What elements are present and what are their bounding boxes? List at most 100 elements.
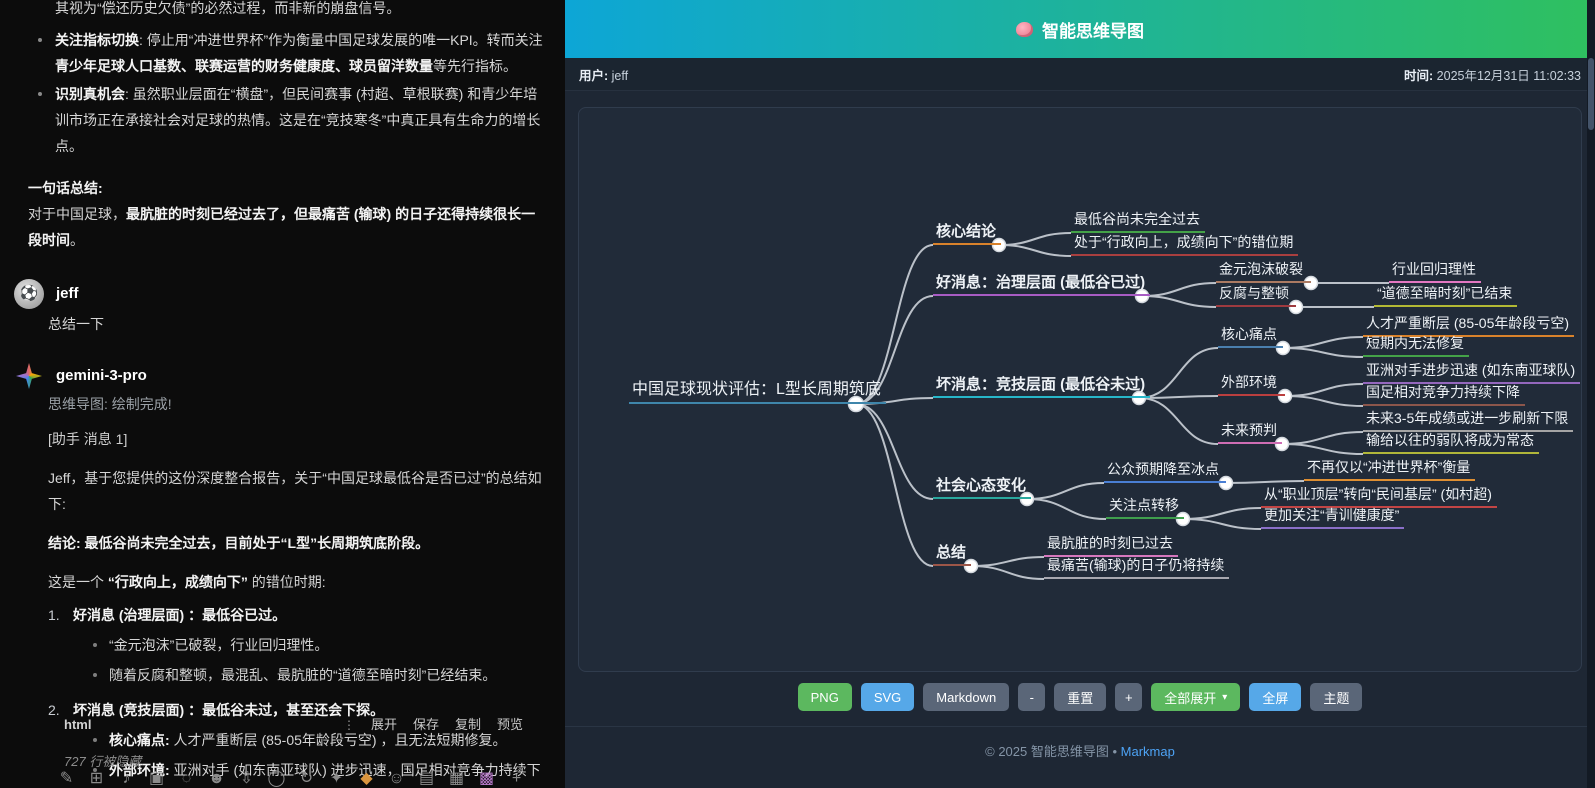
composer-toolbar: ✎ ⊞ ♪ ▣ ◌ ☻ ⇩ ◯ ↻ ✦ ◆ ☺ ▤ ▦ ▩ +	[56, 766, 527, 788]
expand-button[interactable]: 展开	[371, 712, 397, 738]
fullscreen-button[interactable]: 全屏	[1249, 683, 1301, 711]
summary-text: 对于中国足球，最肮脏的时刻已经过去了，但最痛苦 (输球) 的日子还得持续很长一段…	[28, 201, 545, 253]
app-root: 其视为“偿还历史欠债”的必然过程，而非新的崩盘信号。 关注指标切换: 停止用“冲…	[0, 0, 1595, 788]
mindmap-canvas[interactable]: 中国足球现状评估：L型长周期筑底 核心结论 最低谷尚未完全过去 处于“行政向上，…	[578, 107, 1582, 672]
apps-icon[interactable]: ⊞	[86, 766, 107, 788]
mindmap-node[interactable]: 未来3-5年成绩或进一步刷新下限	[1363, 409, 1573, 432]
soccer-icon: ⚽	[20, 281, 39, 307]
message-text: 其视为“偿还历史欠债”的必然过程，而非新的崩盘信号。	[55, 0, 545, 21]
mindmap-node[interactable]: 未来预判	[1218, 421, 1282, 444]
grid-icon[interactable]: ▦	[446, 766, 467, 788]
user-name: jeff	[56, 281, 79, 307]
mindmap-node[interactable]: 核心结论	[933, 222, 1001, 245]
user-message-text: 总结一下	[48, 311, 545, 337]
bullet-icon	[38, 92, 42, 96]
mindmap-node[interactable]: 最肮脏的时刻已过去	[1044, 534, 1178, 557]
mindmap-panel: 智能思维导图 用户: jeff 时间: 2025年12月31日 11:02:33	[565, 0, 1595, 788]
assistant-name: gemini-3-pro	[56, 363, 147, 389]
code-menu-icon[interactable]: ⋮	[343, 712, 355, 738]
list-item: 关注指标切换: 停止用“冲进世界杯”作为衡量中国足球发展的唯一KPI。转而关注青…	[28, 27, 545, 79]
mindmap-status-text: 思维导图: 绘制完成!	[48, 391, 545, 417]
mindmap-node[interactable]: 行业回归理性	[1389, 260, 1481, 283]
list-item: “金元泡沫”已破裂，行业回归理性。	[87, 632, 496, 658]
edit-icon[interactable]: ✎	[56, 766, 77, 788]
list-title: 好消息 (治理层面) ：最低谷已过。	[73, 607, 286, 623]
mindmap-node[interactable]: 好消息：治理层面 (最低谷已过)	[933, 273, 1150, 296]
bullet-label: 识别真机会	[55, 86, 125, 102]
app-title: 智能思维导图	[1042, 17, 1144, 42]
mindmap-node[interactable]: 核心痛点	[1218, 325, 1283, 348]
paragraph: 结论: 最低谷尚未完全过去，目前处于“L型”长周期筑底阶段。	[48, 530, 545, 556]
bullet-icon	[38, 38, 42, 42]
mindmap-node[interactable]: 输给以往的弱队将成为常态	[1363, 431, 1539, 454]
mindmap-node[interactable]: 坏消息：竞技层面 (最低谷未过)	[933, 375, 1150, 398]
markmap-link[interactable]: Markmap	[1121, 744, 1175, 759]
bullet-text: 识别真机会: 虽然职业层面在“横盘”，但民间赛事 (村超、草根联赛) 和青少年培…	[55, 86, 540, 154]
mindmap-node[interactable]: 亚洲对手进步迅速 (如东南亚球队)	[1363, 361, 1580, 384]
mindmap-node[interactable]: 最痛苦(输球)的日子仍将持续	[1044, 556, 1229, 579]
mindmap-node[interactable]: 社会心态变化	[933, 476, 1031, 499]
mindmap-node[interactable]: 反腐与整顿	[1216, 284, 1296, 307]
bullet-icon	[93, 673, 97, 677]
export-png-button[interactable]: PNG	[798, 683, 852, 711]
scrollbar-thumb[interactable]	[1588, 58, 1594, 130]
file-icon[interactable]: ▤	[416, 766, 437, 788]
zoom-out-button[interactable]: -	[1018, 683, 1045, 711]
bullet-icon	[93, 643, 97, 647]
mindmap-node[interactable]: 金元泡沫破裂	[1216, 260, 1311, 283]
plus-icon[interactable]: +	[506, 766, 527, 788]
mindmap-node[interactable]: 中国足球现状评估：L型长周期筑底	[629, 379, 886, 404]
export-toolbar: PNG SVG Markdown - 重置 + 全部展开▾ 全屏 主题	[565, 683, 1595, 711]
audio-icon[interactable]: ♪	[116, 766, 137, 788]
mindmap-node[interactable]: 从“职业顶层”转向“民间基层” (如村超)	[1261, 485, 1497, 508]
vertical-scrollbar[interactable]	[1587, 0, 1595, 788]
mindmap-node[interactable]: 短期内无法修复	[1363, 334, 1469, 357]
footer: © 2025 智能思维导图 • Markmap	[565, 726, 1595, 760]
summary-heading: 一句话总结:	[28, 175, 545, 201]
refresh-icon[interactable]: ↻	[296, 766, 317, 788]
user-avatar[interactable]: ⚽	[14, 279, 44, 309]
list-item: 识别真机会: 虽然职业层面在“横盘”，但民间赛事 (村超、草根联赛) 和青少年培…	[28, 81, 545, 159]
user-message: ⚽ jeff 总结一下	[14, 279, 545, 337]
history-icon[interactable]: ◌	[176, 766, 197, 788]
bullet-text: 关注指标切换: 停止用“冲进世界杯”作为衡量中国足球发展的唯一KPI。转而关注青…	[55, 32, 543, 74]
info-bar: 用户: jeff 时间: 2025年12月31日 11:02:33	[565, 58, 1595, 91]
expand-all-button[interactable]: 全部展开▾	[1151, 683, 1240, 711]
record-icon[interactable]: ◯	[266, 766, 287, 788]
image-icon[interactable]: ▣	[146, 766, 167, 788]
mindmap-node[interactable]: 公众预期降至冰点	[1104, 460, 1226, 483]
sparkle-icon[interactable]: ✦	[326, 766, 347, 788]
mindmap-node[interactable]: 总结	[933, 543, 971, 566]
mindmap-node[interactable]: 最低谷尚未完全过去	[1071, 210, 1205, 233]
mindmap-node[interactable]: 更加关注“青训健康度”	[1261, 506, 1404, 529]
export-markdown-button[interactable]: Markdown	[923, 683, 1009, 711]
export-svg-button[interactable]: SVG	[861, 683, 914, 711]
zoom-in-button[interactable]: +	[1115, 683, 1142, 711]
mindmap-node[interactable]: 不再仅以“冲进世界杯”衡量	[1304, 458, 1475, 481]
mindmap-node[interactable]: 关注点转移	[1106, 496, 1184, 519]
bookmark-icon[interactable]: ◆	[356, 766, 377, 788]
time-info: 时间: 2025年12月31日 11:02:33	[1404, 65, 1581, 84]
plugin-icon[interactable]: ▩	[476, 766, 497, 788]
save-button[interactable]: 保存	[413, 712, 439, 738]
app-header: 智能思维导图	[565, 0, 1595, 58]
mindmap-node[interactable]: 处于“行政向上，成绩向下”的错位期	[1071, 233, 1298, 256]
persona-icon[interactable]: ☻	[206, 766, 227, 788]
user-info: 用户: jeff	[579, 65, 628, 84]
copy-button[interactable]: 复制	[455, 712, 481, 738]
user-icon[interactable]: ☺	[386, 766, 407, 788]
gemini-star-icon	[16, 363, 42, 389]
download-icon[interactable]: ⇩	[236, 766, 257, 788]
mindmap-node[interactable]: 国足相对竞争力持续下降	[1363, 383, 1525, 406]
chat-panel: 其视为“偿还历史欠债”的必然过程，而非新的崩盘信号。 关注指标切换: 停止用“冲…	[0, 0, 565, 788]
reset-button[interactable]: 重置	[1054, 683, 1106, 711]
mindmap-node[interactable]: “道德至暗时刻”已结束	[1374, 284, 1517, 307]
theme-button[interactable]: 主题	[1310, 683, 1362, 711]
paragraph: 这是一个 “行政向上，成绩向下” 的错位时期:	[48, 569, 545, 595]
list-item: 1. 好消息 (治理层面) ：最低谷已过。 “金元泡沫”已破裂，行业回归理性。 …	[48, 602, 545, 690]
assistant-tag: [助手 消息 1]	[48, 426, 545, 452]
preview-button[interactable]: 预览	[497, 712, 523, 738]
mindmap-node[interactable]: 外部环境	[1218, 373, 1285, 396]
brain-icon	[1016, 22, 1033, 37]
copyright-text: © 2025 智能思维导图	[985, 744, 1109, 759]
